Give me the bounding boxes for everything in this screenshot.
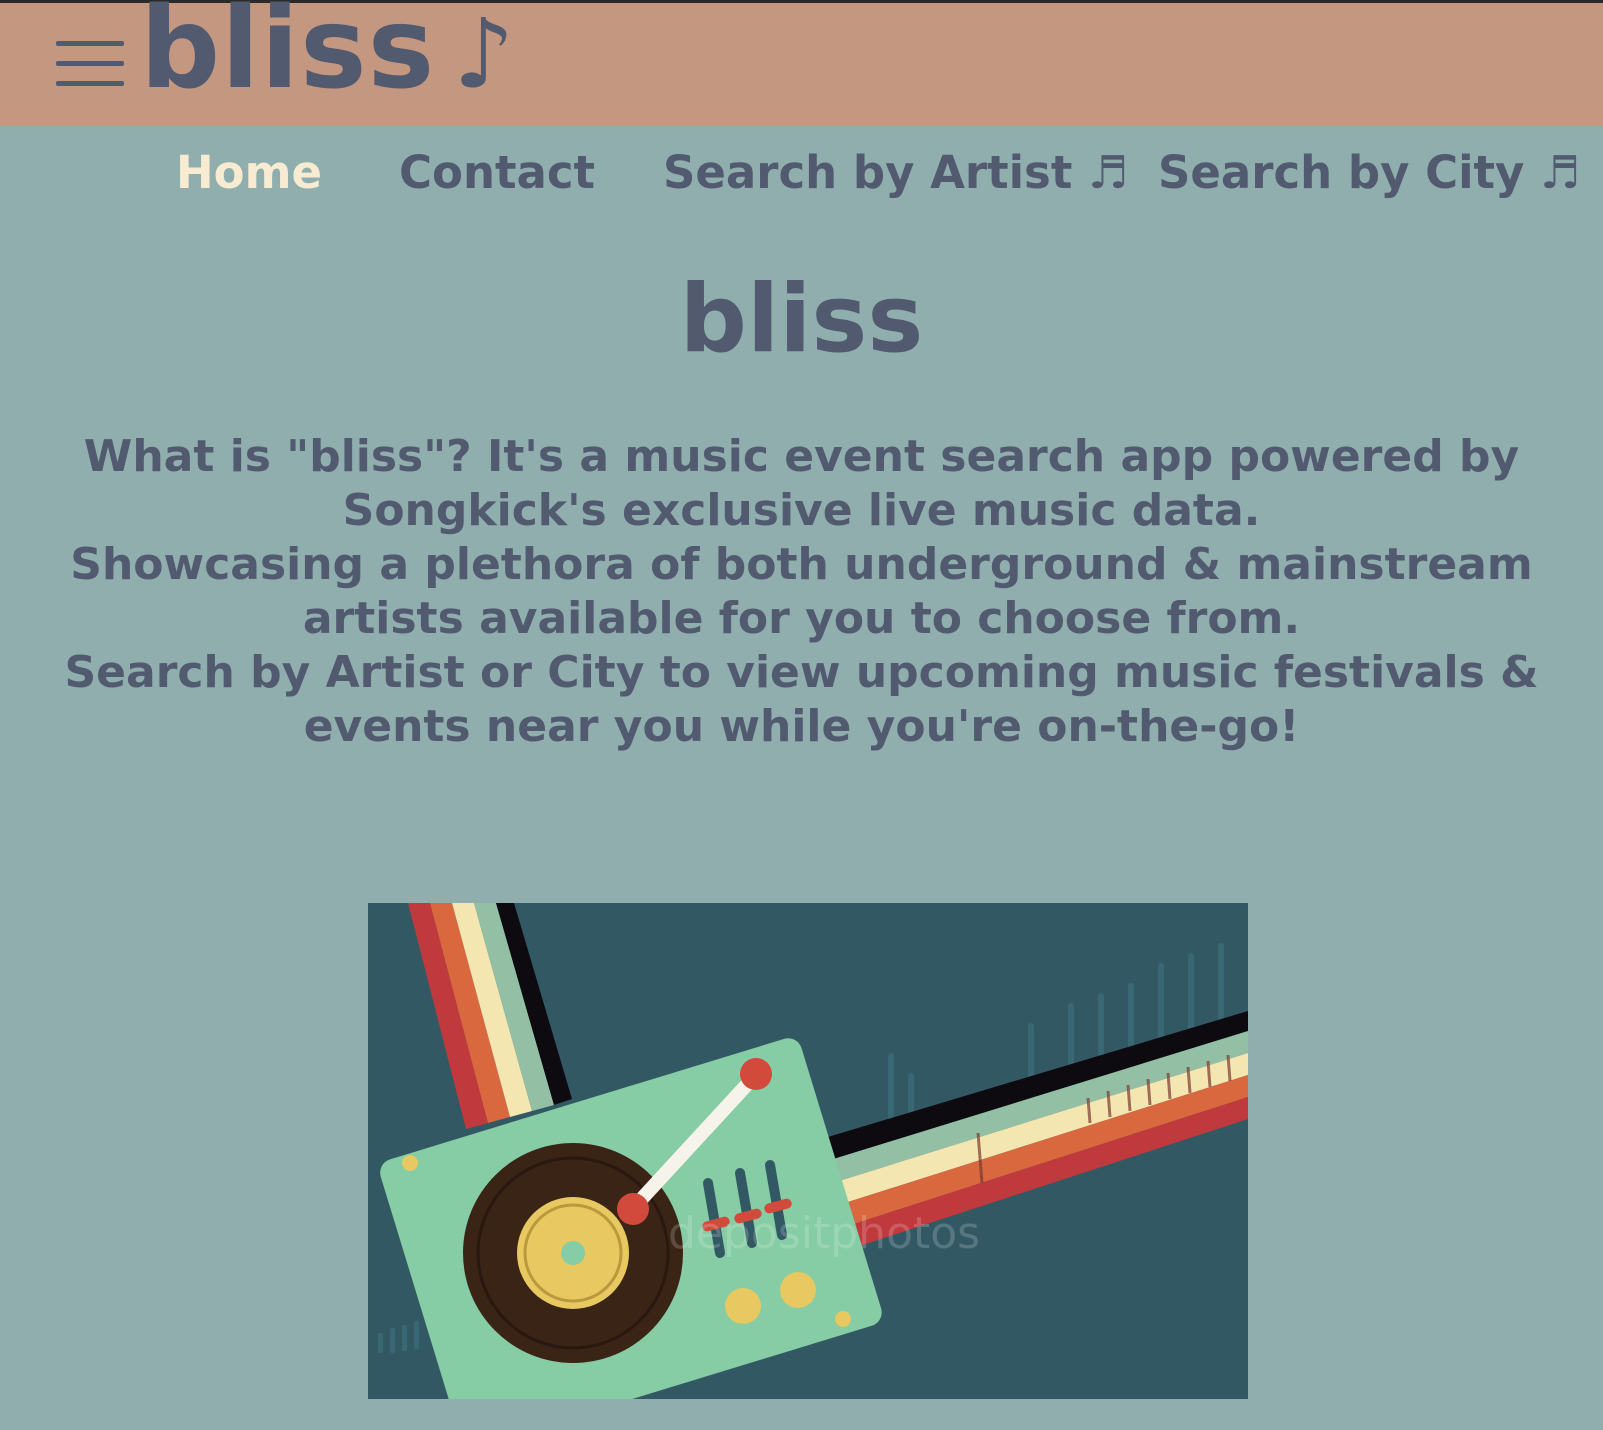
nav-search-city-link[interactable]: Search by City ♬	[1158, 148, 1580, 198]
page-title: bliss	[679, 265, 924, 374]
hamburger-menu-icon[interactable]	[56, 39, 124, 93]
music-note-icon: ♪	[453, 0, 516, 110]
watermark-text: depositphotos	[668, 1208, 980, 1259]
intro-paragraph-3: Search by Artist or City to view upcomin…	[64, 647, 1539, 752]
nav-home-link[interactable]: Home	[176, 148, 322, 198]
nav-contact-link[interactable]: Contact	[399, 148, 595, 198]
main-nav: Home Contact Search by Artist ♬ Search b…	[0, 148, 1603, 208]
nav-search-artist-link[interactable]: Search by Artist ♬	[663, 148, 1128, 198]
intro-paragraph-1: What is "bliss"? It's a music event sear…	[83, 431, 1520, 536]
brand-name: bliss	[140, 0, 436, 114]
brand-logo[interactable]: bliss ♪	[140, 0, 516, 105]
header-bar: bliss ♪	[0, 0, 1603, 126]
intro-paragraph-2: Showcasing a plethora of both undergroun…	[70, 539, 1533, 644]
intro-text: What is "bliss"? It's a music event sear…	[10, 430, 1593, 754]
turntable-illustration: depositphotos	[368, 903, 1248, 1399]
